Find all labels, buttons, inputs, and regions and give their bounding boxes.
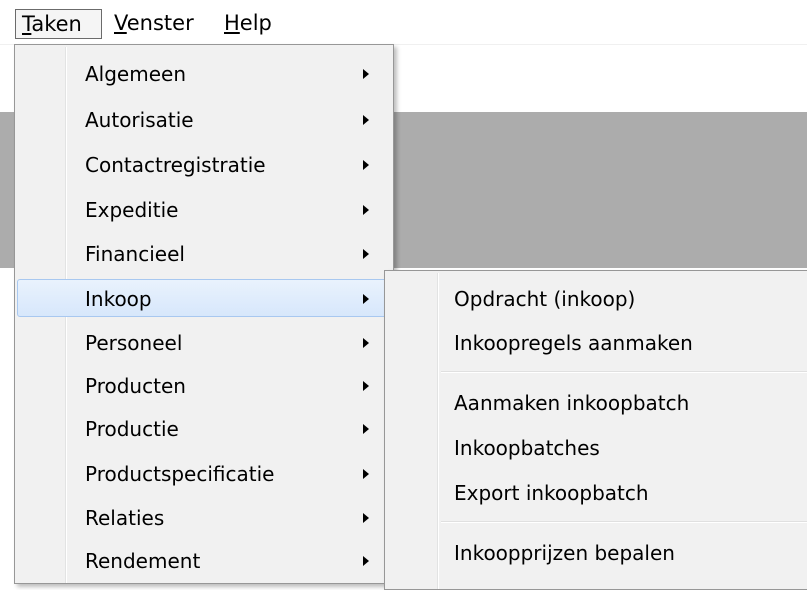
submenu-arrow-icon (363, 294, 369, 304)
menu-item-label: Financieel (85, 242, 185, 266)
menu-item-relaties[interactable]: Relaties (18, 499, 390, 537)
submenu-arrow-icon (363, 338, 369, 348)
submenu-item-label: Aanmaken inkoopbatch (454, 391, 690, 415)
menu-item-label: Producten (85, 374, 186, 398)
submenu-arrow-icon (363, 115, 369, 125)
inkoop-submenu: Opdracht (inkoop) Inkoopregels aanmaken … (384, 270, 807, 590)
menu-item-producten[interactable]: Producten (18, 367, 390, 405)
submenu-item-label: Inkoopregels aanmaken (454, 331, 693, 355)
submenu-item-label: Export inkoopbatch (454, 481, 649, 505)
submenu-item-label: Inkoopbatches (454, 436, 600, 460)
submenu-separator (441, 521, 807, 523)
submenu-item-aanmaken-inkoopbatch[interactable]: Aanmaken inkoopbatch (388, 384, 807, 422)
menu-item-label: Productie (85, 417, 179, 441)
menu-taken-mnemonic: T (22, 12, 32, 36)
submenu-arrow-icon (363, 249, 369, 259)
menu-item-label: Algemeen (85, 62, 187, 86)
menu-item-expeditie[interactable]: Expeditie (18, 191, 390, 229)
submenu-item-inkoopregels-aanmaken[interactable]: Inkoopregels aanmaken (388, 324, 807, 362)
submenu-item-label: Opdracht (inkoop) (454, 287, 636, 311)
menu-item-label: Rendement (85, 549, 201, 573)
menu-taken[interactable]: Taken (15, 9, 102, 39)
taken-dropdown-menu: Algemeen Autorisatie Contactregistratie … (14, 44, 394, 584)
submenu-arrow-icon (363, 556, 369, 566)
menu-item-personeel[interactable]: Personeel (18, 324, 390, 362)
menu-help[interactable]: Help (218, 9, 288, 39)
menu-item-label: Inkoop (85, 287, 152, 311)
menu-item-label: Relaties (85, 506, 165, 530)
menu-item-contactregistratie[interactable]: Contactregistratie (18, 146, 390, 184)
menu-item-financieel[interactable]: Financieel (18, 235, 390, 273)
menu-venster-mnemonic: V (114, 11, 127, 35)
submenu-arrow-icon (363, 424, 369, 434)
menu-item-autorisatie[interactable]: Autorisatie (18, 101, 390, 139)
menu-bar: Taken Venster Help (0, 0, 807, 45)
submenu-arrow-icon (363, 69, 369, 79)
menu-item-label: Expeditie (85, 198, 179, 222)
menu-item-algemeen[interactable]: Algemeen (18, 55, 390, 93)
submenu-item-inkoopbatches[interactable]: Inkoopbatches (388, 429, 807, 467)
menu-venster[interactable]: Venster (108, 9, 212, 39)
submenu-separator (441, 371, 807, 373)
submenu-item-export-inkoopbatch[interactable]: Export inkoopbatch (388, 474, 807, 512)
menu-item-inkoop[interactable]: Inkoop (17, 279, 389, 317)
menu-venster-label: enster (126, 11, 194, 35)
menu-item-productie[interactable]: Productie (18, 410, 390, 448)
menu-item-label: Productspecificatie (85, 462, 275, 486)
submenu-item-label: Inkoopprijzen bepalen (454, 541, 675, 565)
submenu-arrow-icon (363, 160, 369, 170)
menu-help-mnemonic: H (224, 11, 240, 35)
submenu-arrow-icon (363, 381, 369, 391)
submenu-item-inkoopprijzen-bepalen[interactable]: Inkoopprijzen bepalen (388, 534, 807, 572)
menu-item-label: Autorisatie (85, 108, 194, 132)
menu-item-rendement[interactable]: Rendement (18, 542, 390, 580)
menu-taken-label: aken (31, 12, 82, 36)
submenu-item-opdracht-inkoop[interactable]: Opdracht (inkoop) (388, 280, 807, 318)
menu-item-productspecificatie[interactable]: Productspecificatie (18, 455, 390, 493)
submenu-arrow-icon (363, 469, 369, 479)
menu-item-label: Personeel (85, 331, 183, 355)
submenu-arrow-icon (363, 513, 369, 523)
menu-item-label: Contactregistratie (85, 153, 266, 177)
submenu-arrow-icon (363, 205, 369, 215)
menu-help-label: elp (239, 11, 272, 35)
